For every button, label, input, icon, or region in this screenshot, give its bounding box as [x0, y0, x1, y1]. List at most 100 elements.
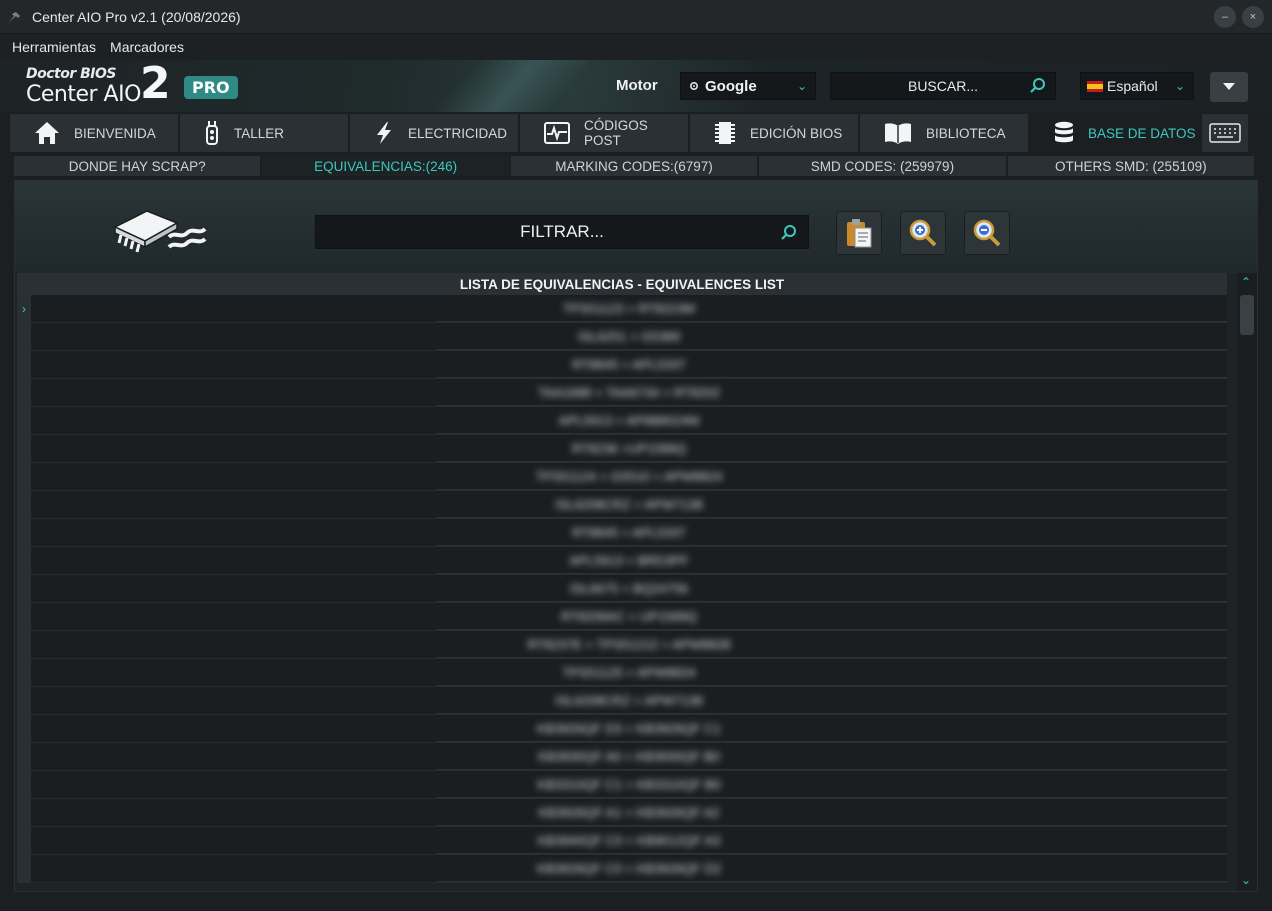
search-engine-select[interactable]: Google ⌄ — [680, 72, 816, 100]
tab-label: BIENVENIDA — [74, 125, 156, 141]
table-row[interactable]: KB3926QF A1 = KB3926QF A2 — [17, 799, 1227, 827]
table-row[interactable]: ISL6208CRZ = APW7138 — [17, 687, 1227, 715]
zoom-out-button[interactable] — [964, 211, 1010, 255]
gear-icon — [689, 81, 699, 91]
row-selector[interactable] — [17, 687, 31, 714]
title-bar: Center AIO Pro v2.1 (20/08/2026) – × — [0, 0, 1272, 34]
tab-base-de-datos[interactable]: BASE DE DATOS — [1030, 114, 1198, 152]
sub-tabs: DONDE HAY SCRAP? EQUIVALENCIAS:(246) MAR… — [14, 156, 1255, 178]
language-select[interactable]: Español ⌄ — [1080, 72, 1194, 100]
row-selector[interactable] — [17, 659, 31, 686]
table-row[interactable]: ISL6251 = G5389 — [17, 323, 1227, 351]
table-row[interactable]: APL5913 = AP6B8024M — [17, 407, 1227, 435]
table-row[interactable]: KB3926QF D3 = KB3926QF C1 — [17, 715, 1227, 743]
row-selector-icon[interactable]: › — [17, 295, 31, 322]
table-row[interactable]: RT8208AC = UP1589Q — [17, 603, 1227, 631]
tab-electricidad[interactable]: ELECTRICIDAD — [350, 114, 518, 152]
lightning-icon — [377, 122, 391, 144]
keyboard-button[interactable] — [1202, 114, 1248, 152]
row-selector[interactable] — [17, 491, 31, 518]
web-search-input[interactable]: BUSCAR... — [830, 72, 1056, 100]
tab-label: ELECTRICIDAD — [408, 125, 508, 141]
scroll-up-icon[interactable]: ⌃ — [1241, 275, 1251, 289]
tab-edicion-bios[interactable]: EDICIÓN BIOS — [690, 114, 858, 152]
row-selector[interactable] — [17, 379, 31, 406]
row-selector[interactable] — [17, 715, 31, 742]
equivalence-cell: RT8236 =UP1589Q — [571, 441, 687, 456]
tab-codigos-post[interactable]: CÓDIGOS POST — [520, 114, 688, 152]
subtab-smd-codes[interactable]: SMD CODES: (259979) — [759, 156, 1006, 178]
menu-marcadores[interactable]: Marcadores — [110, 39, 184, 55]
menu-herramientas[interactable]: Herramientas — [12, 39, 96, 55]
table-row[interactable]: RT8845 = APL5337 — [17, 519, 1227, 547]
list-header: LISTA DE EQUIVALENCIAS - EQUIVALENCES LI… — [17, 273, 1227, 295]
row-selector[interactable] — [17, 463, 31, 490]
row-selector[interactable] — [17, 603, 31, 630]
row-selector[interactable] — [17, 855, 31, 882]
table-row[interactable]: RT8845 = APL5337 — [17, 351, 1227, 379]
row-selector[interactable] — [17, 575, 31, 602]
row-selector[interactable] — [17, 323, 31, 350]
post-code-icon — [544, 122, 570, 144]
row-divider — [437, 517, 1227, 518]
table-row[interactable]: ISL6208CRZ = APW7138 — [17, 491, 1227, 519]
tab-label: TALLER — [234, 125, 285, 141]
database-icon — [1055, 121, 1073, 143]
row-selector[interactable] — [17, 827, 31, 854]
subtab-others-smd[interactable]: OTHERS SMD: (255109) — [1007, 156, 1255, 178]
row-divider — [437, 881, 1227, 882]
table-row[interactable]: TPS51125 = APW8824 — [17, 659, 1227, 687]
filter-placeholder: FILTRAR... — [520, 222, 604, 241]
search-icon[interactable] — [1029, 77, 1047, 95]
table-row[interactable]: RT8236 =UP1589Q — [17, 435, 1227, 463]
clipboard-icon — [847, 219, 872, 248]
subtab-equivalencias[interactable]: EQUIVALENCIAS:(246) — [262, 156, 509, 178]
search-icon[interactable] — [780, 224, 798, 242]
row-selector[interactable] — [17, 351, 31, 378]
table-row[interactable]: KB3926QF C0 = KB3926QF D2 — [17, 855, 1227, 883]
minimize-button[interactable]: – — [1214, 6, 1236, 28]
row-divider — [437, 853, 1227, 854]
row-divider — [437, 405, 1227, 406]
spain-flag-icon — [1087, 80, 1103, 92]
row-selector[interactable] — [17, 407, 31, 434]
row-divider — [437, 797, 1227, 798]
table-row[interactable]: RT8237E = TPS51212 = APW8828 — [17, 631, 1227, 659]
close-button[interactable]: × — [1242, 6, 1264, 28]
table-row[interactable]: › TPS51123 = RT8223M — [17, 295, 1227, 323]
equivalence-cell: KB3940QF C0 = KB9012QF A3 — [537, 833, 721, 848]
tab-taller[interactable]: TALLER — [180, 114, 348, 152]
paste-button[interactable] — [836, 211, 882, 255]
table-row[interactable]: TAA1688 = TAA6734 = RT8202 — [17, 379, 1227, 407]
row-selector[interactable] — [17, 519, 31, 546]
row-selector[interactable] — [17, 631, 31, 658]
subtab-donde-hay-scrap[interactable]: DONDE HAY SCRAP? — [14, 156, 261, 178]
scroll-down-icon[interactable]: ⌄ — [1241, 873, 1251, 887]
scroll-thumb[interactable] — [1240, 295, 1254, 335]
filter-input[interactable]: FILTRAR... — [315, 215, 809, 249]
table-row[interactable]: TPS51124 = G5510 = APW8824 — [17, 463, 1227, 491]
motor-label: Motor — [616, 77, 658, 94]
table-row[interactable]: KB3310QF C1 = KB3310QF B0 — [17, 771, 1227, 799]
tab-bienvenida[interactable]: BIENVENIDA — [10, 114, 178, 152]
table-row[interactable]: KB3930QF A0 = KB3930QF B0 — [17, 743, 1227, 771]
equivalences-list: › TPS51123 = RT8223M ISL6251 = G5389 RT8845… — [17, 295, 1227, 887]
tab-label: BIBLIOTECA — [926, 125, 1006, 141]
row-selector[interactable] — [17, 799, 31, 826]
equivalence-cell: ISL6208CRZ = APW7138 — [555, 497, 703, 512]
vertical-scrollbar[interactable]: ⌃ ⌄ — [1237, 273, 1257, 891]
subtab-marking-codes[interactable]: MARKING CODES:(6797) — [510, 156, 758, 178]
equivalence-cell: RT8845 = APL5337 — [572, 357, 686, 372]
table-row[interactable]: KB3940QF C0 = KB9012QF A3 — [17, 827, 1227, 855]
table-row[interactable]: APL5913 = BRD3PF — [17, 547, 1227, 575]
row-divider — [437, 377, 1227, 378]
row-selector[interactable] — [17, 435, 31, 462]
table-row[interactable]: ISL6675 = BQ24756 — [17, 575, 1227, 603]
row-selector[interactable] — [17, 547, 31, 574]
row-selector[interactable] — [17, 743, 31, 770]
tab-biblioteca[interactable]: BIBLIOTECA — [860, 114, 1028, 152]
row-selector[interactable] — [17, 771, 31, 798]
expand-menu-button[interactable] — [1210, 72, 1248, 102]
zoom-in-button[interactable] — [900, 211, 946, 255]
language-value: Español — [1107, 78, 1158, 94]
